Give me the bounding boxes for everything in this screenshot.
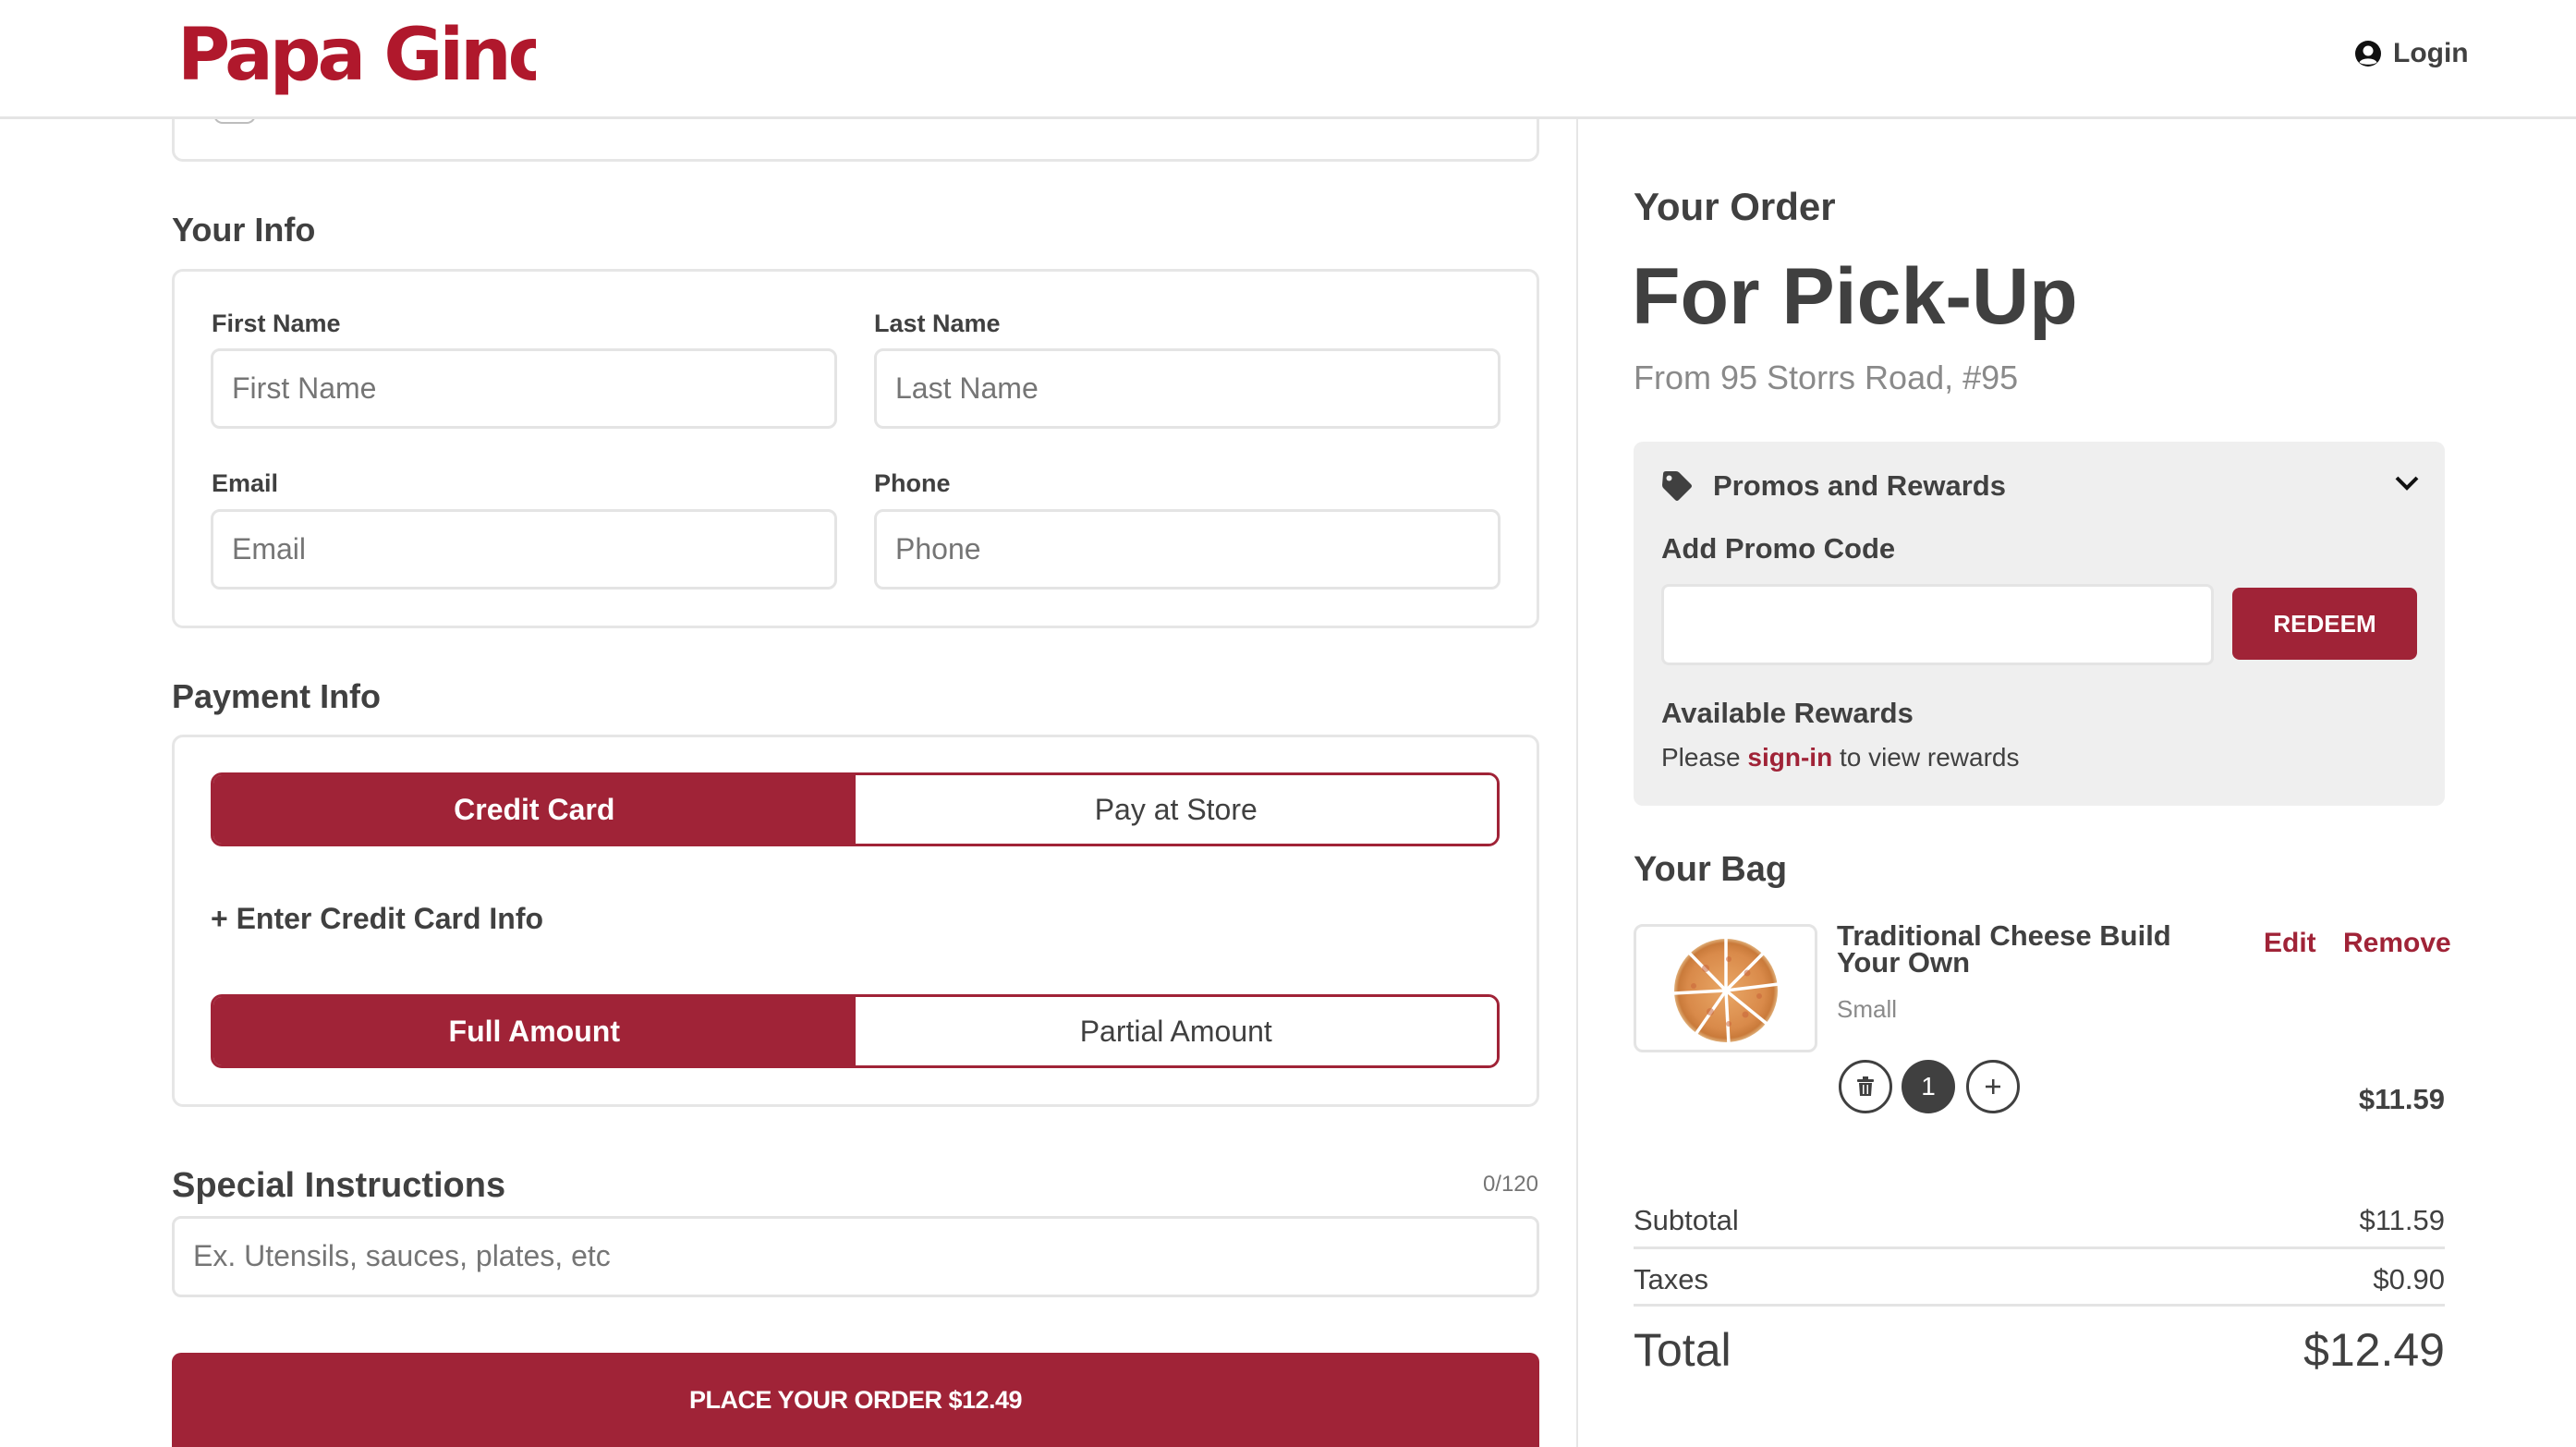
summary-divider	[1634, 1304, 2445, 1307]
increase-quantity-button[interactable]	[1966, 1060, 2020, 1113]
user-circle-icon	[2355, 41, 2381, 67]
email-label: Email	[212, 469, 279, 497]
payment-method-toggle: Credit Card Pay at Store	[211, 772, 1500, 846]
logo-wordmark: Papa Gino's	[177, 14, 615, 97]
bag-item-image	[1634, 924, 1817, 1052]
promo-code-input[interactable]	[1661, 584, 2214, 665]
redeem-button[interactable]: REDEEM	[2232, 588, 2417, 660]
enter-credit-card-info-link[interactable]: + Enter Credit Card Info	[211, 902, 543, 936]
total-row: Total $12.49	[1634, 1323, 2445, 1377]
your-info-heading: Your Info	[172, 211, 316, 249]
pay-at-store-option[interactable]: Pay at Store	[855, 775, 1497, 844]
credit-card-option[interactable]: Credit Card	[213, 775, 856, 844]
taxes-label: Taxes	[1634, 1263, 1708, 1295]
special-instructions-heading: Special Instructions	[172, 1166, 506, 1205]
chevron-down-icon	[2395, 476, 2419, 491]
sign-in-link[interactable]: sign-in	[1747, 743, 1832, 772]
subtotal-value: $11.59	[2359, 1204, 2445, 1236]
column-divider	[1576, 119, 1578, 1447]
payment-info-heading: Payment Info	[172, 677, 382, 715]
login-button[interactable]: Login	[2354, 33, 2469, 74]
partial-amount-option[interactable]: Partial Amount	[855, 997, 1497, 1065]
subtotal-row: Subtotal $11.59	[1634, 1204, 2445, 1237]
last-name-label: Last Name	[874, 310, 1001, 337]
plus-icon	[1986, 1079, 2000, 1094]
tag-icon	[1662, 471, 1692, 501]
remove-item-link[interactable]: Remove	[2343, 928, 2451, 959]
bag-item-price: $11.59	[2358, 1083, 2445, 1115]
available-rewards-heading: Available Rewards	[1661, 697, 1914, 729]
promos-rewards-toggle[interactable]: Promos and Rewards	[1661, 468, 2419, 505]
promos-rewards-panel: Promos and Rewards Add Promo Code REDEEM…	[1634, 442, 2445, 806]
last-name-input[interactable]	[874, 348, 1501, 429]
promos-rewards-title: Promos and Rewards	[1713, 469, 2006, 502]
special-instructions-input[interactable]	[172, 1216, 1539, 1297]
pizza-image	[1672, 936, 1780, 1045]
taxes-row: Taxes $0.90	[1634, 1263, 2445, 1296]
logo-text: Papa Gino's	[177, 14, 536, 97]
papa-ginos-logo[interactable]: Papa Gino's	[176, 7, 615, 100]
first-name-input[interactable]	[211, 348, 837, 429]
place-order-button[interactable]: PLACE YOUR ORDER $12.49	[172, 1353, 1539, 1447]
site-header: Papa Gino's Login	[0, 0, 2576, 119]
order-mode-title: For Pick-Up	[1632, 252, 2078, 341]
payment-amount-toggle: Full Amount Partial Amount	[211, 994, 1500, 1068]
pickup-location: From 95 Storrs Road, #95	[1634, 359, 2019, 396]
your-bag-heading: Your Bag	[1634, 850, 1788, 889]
subtotal-label: Subtotal	[1634, 1204, 1739, 1236]
rewards-signin-message: Please sign-in to view rewards	[1661, 743, 2019, 772]
character-count: 0/120	[1482, 1172, 1538, 1197]
first-name-label: First Name	[212, 310, 341, 337]
your-order-heading: Your Order	[1634, 185, 1836, 228]
trash-icon	[1857, 1076, 1874, 1096]
login-label: Login	[2393, 38, 2469, 68]
bag-item-size: Small	[1837, 995, 1898, 1023]
delete-item-button[interactable]	[1839, 1060, 1892, 1113]
rewards-suffix: to view rewards	[1832, 743, 2020, 772]
total-label: Total	[1634, 1324, 1732, 1376]
bag-item-name: Traditional Cheese Build Your Own	[1837, 919, 2171, 979]
edit-item-link[interactable]: Edit	[2264, 928, 2316, 959]
add-promo-code-label: Add Promo Code	[1661, 532, 1896, 565]
phone-input[interactable]	[874, 509, 1501, 590]
taxes-value: $0.90	[2373, 1263, 2445, 1295]
full-amount-option[interactable]: Full Amount	[213, 997, 856, 1065]
email-input[interactable]	[211, 509, 837, 590]
total-value: $12.49	[2303, 1324, 2445, 1376]
quantity-display: 1	[1902, 1060, 1955, 1113]
summary-divider	[1634, 1246, 2445, 1249]
phone-label: Phone	[874, 469, 951, 497]
rewards-prefix: Please	[1661, 743, 1748, 772]
